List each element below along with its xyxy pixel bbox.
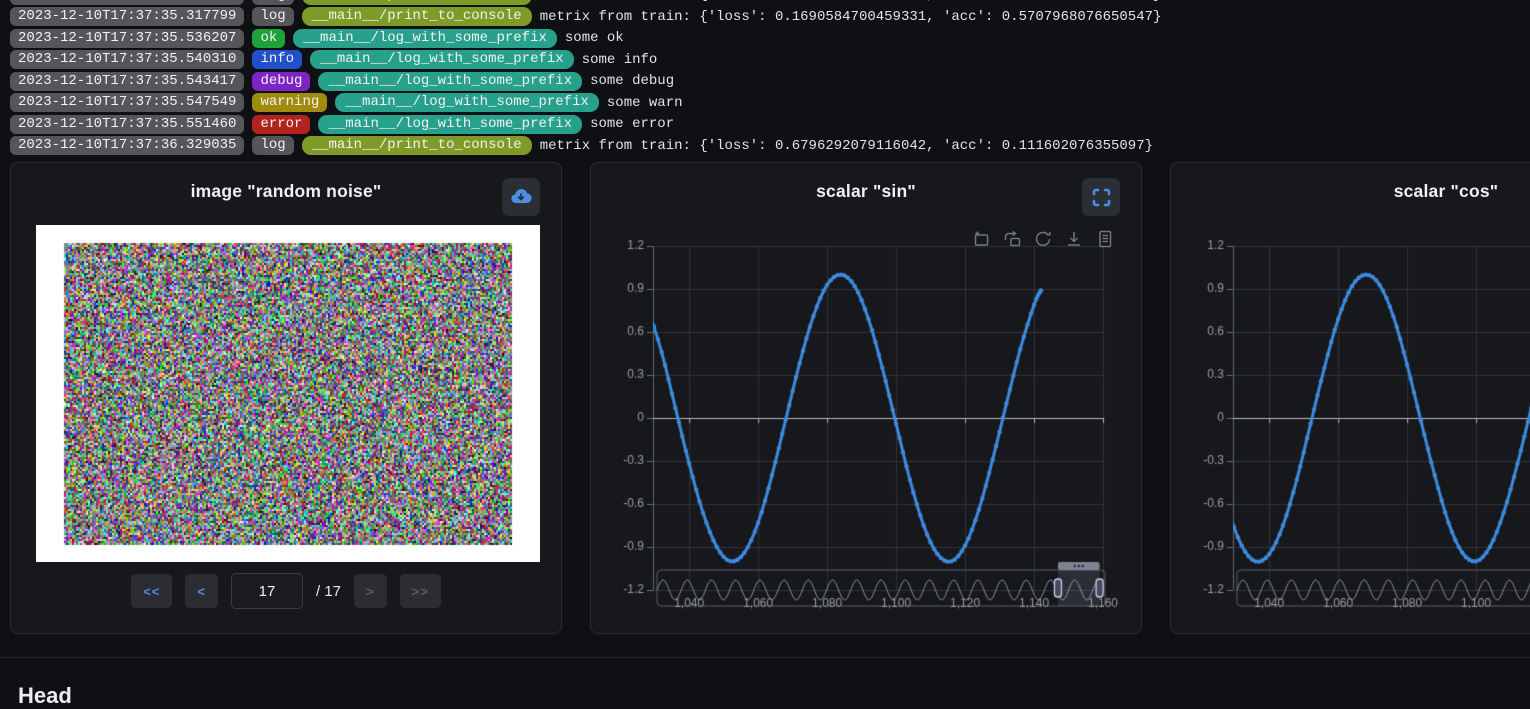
- timestamp-badge: 2023-12-10T17:37:35.536207: [10, 29, 244, 48]
- log-message: metrix from train: {'loss': 0.1690584700…: [540, 0, 1162, 3]
- fullscreen-icon: [1091, 187, 1112, 208]
- timestamp-badge: 2023-12-10T17:37:35.543417: [10, 72, 244, 91]
- timestamp-badge: 2023-12-10T17:37:35.551460: [10, 115, 244, 134]
- card-title: image "random noise": [191, 181, 382, 202]
- level-badge: log: [252, 136, 293, 155]
- log-row: 2023-12-10T17:37:35.317799 log __main__/…: [10, 0, 1530, 4]
- restore-icon[interactable]: [1033, 229, 1053, 249]
- card-title: scalar "cos": [1394, 181, 1499, 202]
- module-badge: __main__/log_with_some_prefix: [335, 93, 599, 112]
- zoom-reset-icon[interactable]: [1002, 229, 1022, 249]
- level-badge: log: [252, 7, 293, 26]
- log-row: 2023-12-10T17:37:35.543417 debug __main_…: [10, 73, 1530, 90]
- level-badge: debug: [252, 72, 310, 91]
- log-row: 2023-12-10T17:37:35.551460 error __main_…: [10, 116, 1530, 133]
- noise-image: [36, 225, 540, 562]
- module-badge: __main__/print_to_console: [302, 0, 532, 5]
- prev-page-button[interactable]: <: [185, 574, 218, 608]
- level-badge: error: [252, 115, 310, 134]
- box-zoom-icon[interactable]: [971, 229, 991, 249]
- log-message: some info: [582, 52, 658, 68]
- log-row: 2023-12-10T17:37:35.547549 warning __mai…: [10, 94, 1530, 111]
- level-badge: ok: [252, 29, 285, 48]
- log-row: 2023-12-10T17:37:35.536207 ok __main__/l…: [10, 30, 1530, 47]
- image-card: image "random noise" << < / 17 > >>: [10, 162, 562, 634]
- module-badge: __main__/log_with_some_prefix: [318, 115, 582, 134]
- card-header: image "random noise": [11, 163, 561, 219]
- log-message: some ok: [565, 30, 624, 46]
- log-message: some error: [590, 116, 674, 132]
- log-row: 2023-12-10T17:37:36.329035 log __main__/…: [10, 137, 1530, 154]
- page-total-label: / 17: [316, 583, 341, 600]
- module-badge: __main__/log_with_some_prefix: [293, 29, 557, 48]
- save-image-icon[interactable]: [1064, 229, 1084, 249]
- next-page-button[interactable]: >: [354, 574, 387, 608]
- timestamp-badge: 2023-12-10T17:37:35.540310: [10, 50, 244, 69]
- card-title: scalar "sin": [816, 181, 916, 202]
- last-page-button[interactable]: >>: [400, 574, 441, 608]
- log-message: metrix from train: {'loss': 0.6796292079…: [540, 138, 1153, 154]
- level-badge: log: [252, 0, 293, 5]
- timestamp-badge: 2023-12-10T17:37:36.329035: [10, 136, 244, 155]
- first-page-button[interactable]: <<: [131, 574, 172, 608]
- level-badge: warning: [252, 93, 327, 112]
- cloud-download-icon: [509, 185, 533, 209]
- card-header: scalar "cos": [1171, 163, 1530, 219]
- log-message: some warn: [607, 95, 683, 111]
- chart-toolbox: [971, 229, 1115, 249]
- fullscreen-button[interactable]: [1082, 178, 1120, 216]
- module-badge: __main__/print_to_console: [302, 7, 532, 26]
- timestamp-badge: 2023-12-10T17:37:35.317799: [10, 7, 244, 26]
- log-console: 2023-12-10T17:37:35.317799 log __main__/…: [0, 0, 1530, 154]
- cards-row: image "random noise" << < / 17 > >>: [10, 162, 1530, 634]
- timestamp-badge: 2023-12-10T17:37:35.547549: [10, 93, 244, 112]
- image-pager: << < / 17 > >>: [11, 573, 561, 609]
- section-divider: [0, 657, 1530, 658]
- log-message: metrix from train: {'loss': 0.1690584700…: [540, 9, 1162, 25]
- section-heading: Head: [18, 683, 1530, 709]
- sin-chart-card: scalar "sin": [590, 162, 1142, 634]
- cos-chart-card: scalar "cos": [1170, 162, 1530, 634]
- log-row: 2023-12-10T17:37:35.540310 info __main__…: [10, 51, 1530, 68]
- level-badge: info: [252, 50, 302, 69]
- card-header: scalar "sin": [591, 163, 1141, 219]
- log-message: some debug: [590, 73, 674, 89]
- cos-chart-canvas[interactable]: [1171, 163, 1530, 635]
- module-badge: __main__/print_to_console: [302, 136, 532, 155]
- module-badge: __main__/log_with_some_prefix: [310, 50, 574, 69]
- download-button[interactable]: [502, 178, 540, 216]
- page-input[interactable]: [231, 573, 303, 609]
- module-badge: __main__/log_with_some_prefix: [318, 72, 582, 91]
- log-row: 2023-12-10T17:37:35.317799 log __main__/…: [10, 8, 1530, 25]
- data-view-icon[interactable]: [1095, 229, 1115, 249]
- timestamp-badge: 2023-12-10T17:37:35.317799: [10, 0, 244, 5]
- app-root: 2023-12-10T17:37:35.317799 log __main__/…: [0, 0, 1530, 709]
